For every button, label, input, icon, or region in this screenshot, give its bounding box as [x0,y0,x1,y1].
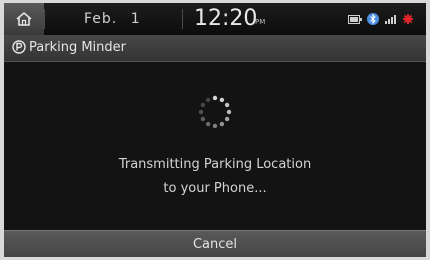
loading-spinner [198,95,232,129]
cancel-button[interactable]: Cancel [4,230,426,257]
date-label: Feb. 1 [84,11,141,27]
divider [44,9,45,29]
message-line-1: Transmitting Parking Location [118,157,312,172]
alert-icon [403,14,413,24]
title-bar: Parking Minder [4,35,426,62]
message-line-2: to your Phone... [163,181,267,196]
status-icons [348,12,413,26]
page-title: Parking Minder [29,40,126,55]
home-button[interactable] [4,3,44,35]
home-icon [16,11,32,26]
signal-icon [385,15,396,24]
parking-icon [12,40,26,54]
bluetooth-icon [367,13,379,25]
status-bar: Feb. 1 12:20 PM [4,3,426,35]
battery-icon [348,14,362,24]
divider [182,9,183,29]
main-content: Transmitting Parking Location to your Ph… [4,62,426,230]
ampm-label: PM [255,18,266,26]
app-window: Feb. 1 12:20 PM Parking Minder Transmitt… [4,3,426,257]
time-label: 12:20 [194,6,258,31]
status-message: Transmitting Parking Location to your Ph… [4,153,426,201]
